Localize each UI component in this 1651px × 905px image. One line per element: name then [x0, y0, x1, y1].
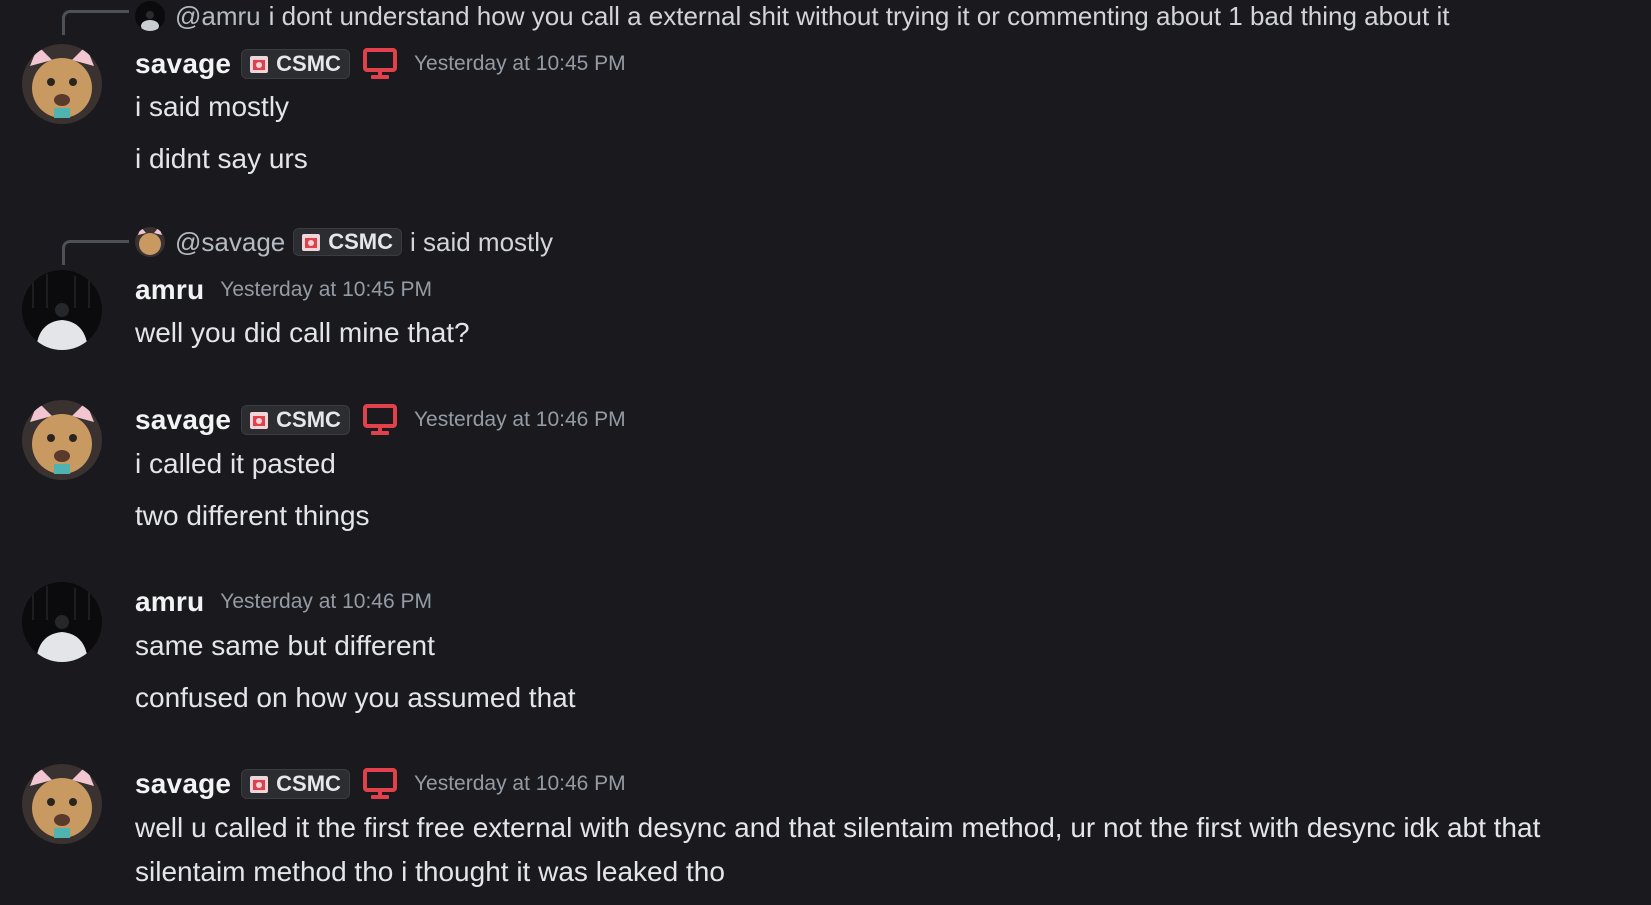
- message-line: confused on how you assumed that: [135, 682, 576, 713]
- avatar-savage[interactable]: [22, 400, 102, 480]
- reply-mention[interactable]: @savage: [175, 227, 285, 258]
- desktop-icon: [362, 48, 397, 79]
- reply-avatar-amru: [135, 1, 165, 31]
- message-line: well you did call mine that?: [135, 317, 470, 348]
- guild-tag-label: CSMC: [328, 229, 394, 254]
- guild-tag[interactable]: CSMC: [293, 228, 403, 256]
- guild-tag-label: CSMC: [276, 407, 341, 432]
- message-line: i didnt say urs: [135, 143, 308, 174]
- castle-badge-icon: [250, 412, 269, 429]
- message-header: amru Yesterday at 10:46 PM: [135, 584, 432, 620]
- reply-preview[interactable]: @amru i dont understand how you call a e…: [135, 0, 1449, 32]
- desktop-icon: [362, 404, 397, 435]
- desktop-icon: [362, 768, 397, 799]
- username[interactable]: amru: [135, 274, 204, 306]
- message-line: same same but different: [135, 630, 435, 661]
- timestamp[interactable]: Yesterday at 10:45 PM: [220, 278, 432, 302]
- reply-preview[interactable]: @savage CSMC i said mostly: [135, 226, 553, 258]
- message-header: savage CSMC Yesterday at 10:45 PM: [135, 46, 626, 82]
- guild-tag-label: CSMC: [276, 771, 341, 796]
- username[interactable]: savage: [135, 404, 231, 436]
- message-line: i called it pasted: [135, 448, 336, 479]
- timestamp[interactable]: Yesterday at 10:46 PM: [414, 408, 626, 432]
- reply-text: i said mostly: [410, 226, 554, 257]
- avatar-amru[interactable]: [22, 582, 102, 662]
- castle-badge-icon: [302, 234, 321, 251]
- timestamp[interactable]: Yesterday at 10:46 PM: [414, 772, 626, 796]
- avatar-savage[interactable]: [22, 764, 102, 844]
- reply-mention[interactable]: @amru: [175, 1, 261, 32]
- chat-log: @amru i dont understand how you call a e…: [0, 0, 1651, 905]
- reply-spine: [62, 240, 129, 265]
- message-header: amru Yesterday at 10:45 PM: [135, 272, 432, 308]
- message-header: savage CSMC Yesterday at 10:46 PM: [135, 766, 626, 802]
- message-header: savage CSMC Yesterday at 10:46 PM: [135, 402, 626, 438]
- reply-text: i dont understand how you call a externa…: [268, 0, 1450, 31]
- message-line: i said mostly: [135, 91, 290, 122]
- guild-tag-label: CSMC: [276, 51, 341, 76]
- reply-spine: [62, 10, 129, 35]
- message-line: two different things: [135, 500, 370, 531]
- username[interactable]: amru: [135, 586, 204, 618]
- castle-badge-icon: [250, 776, 269, 793]
- timestamp[interactable]: Yesterday at 10:45 PM: [414, 52, 626, 76]
- castle-badge-icon: [250, 56, 269, 73]
- guild-tag[interactable]: CSMC: [241, 769, 350, 799]
- reply-avatar-savage: [135, 227, 165, 257]
- timestamp[interactable]: Yesterday at 10:46 PM: [220, 590, 432, 614]
- avatar-savage[interactable]: [22, 44, 102, 124]
- username[interactable]: savage: [135, 768, 231, 800]
- message-line: well u called it the first free external…: [135, 812, 1541, 887]
- guild-tag[interactable]: CSMC: [241, 405, 350, 435]
- username[interactable]: savage: [135, 48, 231, 80]
- avatar-amru[interactable]: [22, 270, 102, 350]
- guild-tag[interactable]: CSMC: [241, 49, 350, 79]
